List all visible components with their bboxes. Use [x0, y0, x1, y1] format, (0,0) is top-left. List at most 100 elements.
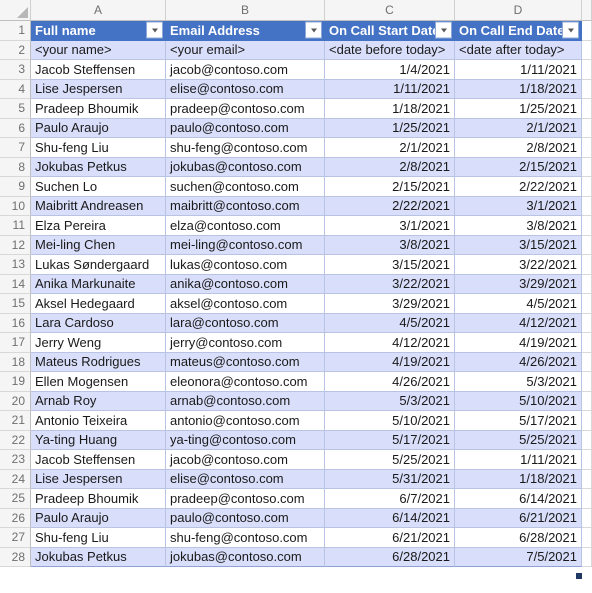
cell-d9-on-call-end-date[interactable]: 2/22/2021 [455, 177, 582, 197]
cell-e8[interactable] [582, 157, 592, 177]
cell-a18-full-name[interactable]: Mateus Rodrigues [31, 352, 166, 372]
cell-e22[interactable] [582, 430, 592, 450]
cell-a20-full-name[interactable]: Arnab Roy [31, 391, 166, 411]
row-header-3[interactable]: 3 [0, 60, 31, 80]
row-header-28[interactable]: 28 [0, 547, 31, 567]
cell-e1[interactable] [582, 21, 592, 41]
cell-d17-on-call-end-date[interactable]: 4/19/2021 [455, 333, 582, 353]
cell-e4[interactable] [582, 79, 592, 99]
select-all-button[interactable] [0, 0, 31, 21]
cell-e10[interactable] [582, 196, 592, 216]
cell-d15-on-call-end-date[interactable]: 4/5/2021 [455, 294, 582, 314]
cell-d25-on-call-end-date[interactable]: 6/14/2021 [455, 489, 582, 509]
cell-e9[interactable] [582, 177, 592, 197]
row-header-14[interactable]: 14 [0, 274, 31, 294]
cell-a4-full-name[interactable]: Lise Jespersen [31, 79, 166, 99]
cell-a14-full-name[interactable]: Anika Markunaite [31, 274, 166, 294]
cell-e11[interactable] [582, 216, 592, 236]
cell-b4-email-address[interactable]: elise@contoso.com [166, 79, 325, 99]
row-header-12[interactable]: 12 [0, 235, 31, 255]
cell-e2[interactable] [582, 40, 592, 60]
header-cell-on-call-start-date[interactable]: On Call Start Date [325, 21, 455, 41]
cell-c11-on-call-start-date[interactable]: 3/1/2021 [325, 216, 455, 236]
cell-d27-on-call-end-date[interactable]: 6/28/2021 [455, 528, 582, 548]
cell-c18-on-call-start-date[interactable]: 4/19/2021 [325, 352, 455, 372]
cell-c2-start-date-placeholder[interactable]: <date before today> [325, 40, 455, 60]
cell-b22-email-address[interactable]: ya-ting@contoso.com [166, 430, 325, 450]
cell-a3-full-name[interactable]: Jacob Steffensen [31, 60, 166, 80]
cell-a8-full-name[interactable]: Jokubas Petkus [31, 157, 166, 177]
cell-b26-email-address[interactable]: paulo@contoso.com [166, 508, 325, 528]
row-header-7[interactable]: 7 [0, 138, 31, 158]
cell-e6[interactable] [582, 118, 592, 138]
cell-c20-on-call-start-date[interactable]: 5/3/2021 [325, 391, 455, 411]
cell-a26-full-name[interactable]: Paulo Araujo [31, 508, 166, 528]
cell-b18-email-address[interactable]: mateus@contoso.com [166, 352, 325, 372]
row-header-23[interactable]: 23 [0, 450, 31, 470]
cell-a13-full-name[interactable]: Lukas Søndergaard [31, 255, 166, 275]
cell-d8-on-call-end-date[interactable]: 2/15/2021 [455, 157, 582, 177]
row-header-1[interactable]: 1 [0, 21, 31, 41]
row-header-21[interactable]: 21 [0, 411, 31, 431]
row-header-8[interactable]: 8 [0, 157, 31, 177]
cell-e21[interactable] [582, 411, 592, 431]
cell-b14-email-address[interactable]: anika@contoso.com [166, 274, 325, 294]
column-header-d[interactable]: D [455, 0, 582, 21]
cell-d21-on-call-end-date[interactable]: 5/17/2021 [455, 411, 582, 431]
cell-a24-full-name[interactable]: Lise Jespersen [31, 469, 166, 489]
cell-d28-on-call-end-date[interactable]: 7/5/2021 [455, 547, 582, 567]
cell-d5-on-call-end-date[interactable]: 1/25/2021 [455, 99, 582, 119]
row-header-26[interactable]: 26 [0, 508, 31, 528]
cell-c10-on-call-start-date[interactable]: 2/22/2021 [325, 196, 455, 216]
cell-a22-full-name[interactable]: Ya-ting Huang [31, 430, 166, 450]
spreadsheet-grid[interactable]: A B C D 1 Full name Email Address On Cal… [0, 0, 592, 593]
cell-e23[interactable] [582, 450, 592, 470]
cell-c28-on-call-start-date[interactable]: 6/28/2021 [325, 547, 455, 567]
row-header-4[interactable]: 4 [0, 79, 31, 99]
cell-e17[interactable] [582, 333, 592, 353]
cell-a5-full-name[interactable]: Pradeep Bhoumik [31, 99, 166, 119]
cell-c15-on-call-start-date[interactable]: 3/29/2021 [325, 294, 455, 314]
cell-d26-on-call-end-date[interactable]: 6/21/2021 [455, 508, 582, 528]
cell-c25-on-call-start-date[interactable]: 6/7/2021 [325, 489, 455, 509]
row-header-25[interactable]: 25 [0, 489, 31, 509]
cell-e14[interactable] [582, 274, 592, 294]
row-header-2[interactable]: 2 [0, 40, 31, 60]
header-cell-on-call-end-date[interactable]: On Call End Date [455, 21, 582, 41]
cell-c13-on-call-start-date[interactable]: 3/15/2021 [325, 255, 455, 275]
cell-d24-on-call-end-date[interactable]: 1/18/2021 [455, 469, 582, 489]
cell-d23-on-call-end-date[interactable]: 1/11/2021 [455, 450, 582, 470]
cell-d2-end-date-placeholder[interactable]: <date after today> [455, 40, 582, 60]
cell-c3-on-call-start-date[interactable]: 1/4/2021 [325, 60, 455, 80]
row-header-13[interactable]: 13 [0, 255, 31, 275]
cell-e18[interactable] [582, 352, 592, 372]
row-header-27[interactable]: 27 [0, 528, 31, 548]
row-header-15[interactable]: 15 [0, 294, 31, 314]
row-header-11[interactable]: 11 [0, 216, 31, 236]
cell-a11-full-name[interactable]: Elza Pereira [31, 216, 166, 236]
cell-b13-email-address[interactable]: lukas@contoso.com [166, 255, 325, 275]
cell-d7-on-call-end-date[interactable]: 2/8/2021 [455, 138, 582, 158]
cell-b17-email-address[interactable]: jerry@contoso.com [166, 333, 325, 353]
cell-a15-full-name[interactable]: Aksel Hedegaard [31, 294, 166, 314]
cell-c23-on-call-start-date[interactable]: 5/25/2021 [325, 450, 455, 470]
column-header-b[interactable]: B [166, 0, 325, 21]
cell-e26[interactable] [582, 508, 592, 528]
cell-e27[interactable] [582, 528, 592, 548]
row-header-17[interactable]: 17 [0, 333, 31, 353]
cell-d16-on-call-end-date[interactable]: 4/12/2021 [455, 313, 582, 333]
cell-b27-email-address[interactable]: shu-feng@contoso.com [166, 528, 325, 548]
cell-c17-on-call-start-date[interactable]: 4/12/2021 [325, 333, 455, 353]
cell-a9-full-name[interactable]: Suchen Lo [31, 177, 166, 197]
cell-b6-email-address[interactable]: paulo@contoso.com [166, 118, 325, 138]
cell-b8-email-address[interactable]: jokubas@contoso.com [166, 157, 325, 177]
cell-d11-on-call-end-date[interactable]: 3/8/2021 [455, 216, 582, 236]
header-cell-full-name[interactable]: Full name [31, 21, 166, 41]
header-cell-email-address[interactable]: Email Address [166, 21, 325, 41]
cell-c21-on-call-start-date[interactable]: 5/10/2021 [325, 411, 455, 431]
cell-b23-email-address[interactable]: jacob@contoso.com [166, 450, 325, 470]
row-header-19[interactable]: 19 [0, 372, 31, 392]
cell-c4-on-call-start-date[interactable]: 1/11/2021 [325, 79, 455, 99]
row-header-20[interactable]: 20 [0, 391, 31, 411]
cell-a19-full-name[interactable]: Ellen Mogensen [31, 372, 166, 392]
